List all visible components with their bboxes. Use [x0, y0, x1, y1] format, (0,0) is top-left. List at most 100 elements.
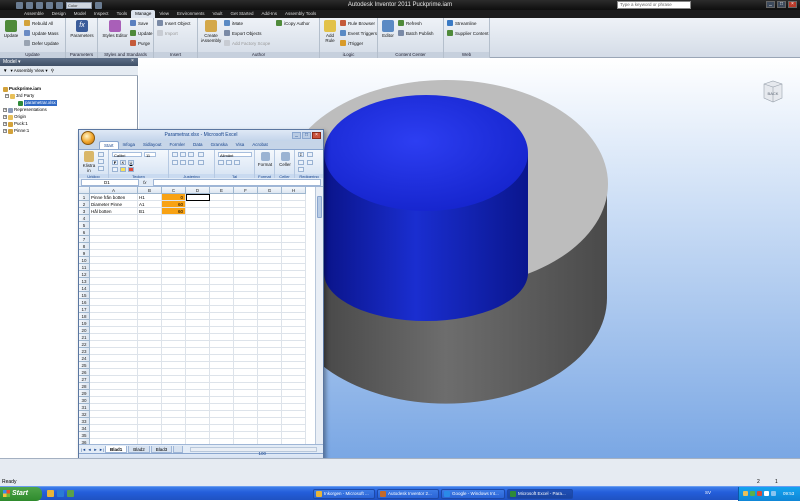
- cell-h24[interactable]: [282, 355, 306, 362]
- row-header[interactable]: 31: [79, 404, 90, 411]
- row-header[interactable]: 30: [79, 397, 90, 404]
- add-factory-scope-button[interactable]: Add Factory Scope: [224, 40, 270, 46]
- cell-g15[interactable]: [258, 292, 282, 299]
- cell-b26[interactable]: [138, 369, 162, 376]
- cell-g33[interactable]: [258, 418, 282, 425]
- cell-f21[interactable]: [234, 334, 258, 341]
- cell-b9[interactable]: [138, 250, 162, 257]
- column-header-g[interactable]: G: [258, 187, 282, 194]
- cell-h30[interactable]: [282, 397, 306, 404]
- row-header[interactable]: 19: [79, 320, 90, 327]
- cell-a18[interactable]: [90, 313, 138, 320]
- tab-inspect[interactable]: Inspect: [90, 10, 113, 18]
- cell-h3[interactable]: [282, 208, 306, 215]
- cell-g18[interactable]: [258, 313, 282, 320]
- event-triggers-button[interactable]: Event Triggers: [340, 30, 377, 36]
- currency-icon[interactable]: [218, 160, 224, 165]
- expand-icon[interactable]: +: [3, 108, 7, 112]
- cell-a14[interactable]: [90, 285, 138, 292]
- cell-d26[interactable]: [186, 369, 210, 376]
- cell-e33[interactable]: [210, 418, 234, 425]
- cell-f12[interactable]: [234, 271, 258, 278]
- cell-d16[interactable]: [186, 299, 210, 306]
- cell-c24[interactable]: [162, 355, 186, 362]
- cell-a28[interactable]: [90, 383, 138, 390]
- cell-f2[interactable]: [234, 201, 258, 208]
- cell-b13[interactable]: [138, 278, 162, 285]
- tree-item-origin[interactable]: + Origin: [3, 114, 26, 120]
- row-header[interactable]: 20: [79, 327, 90, 334]
- cell-c15[interactable]: [162, 292, 186, 299]
- cell-f5[interactable]: [234, 222, 258, 229]
- cell-a4[interactable]: [90, 215, 138, 222]
- cell-b11[interactable]: [138, 264, 162, 271]
- column-header-b[interactable]: B: [138, 187, 162, 194]
- tree-item-3rd-party[interactable]: − 3rd Party: [5, 93, 34, 99]
- row-header[interactable]: 21: [79, 334, 90, 341]
- cell-d7[interactable]: [186, 236, 210, 243]
- cell-d9[interactable]: [186, 250, 210, 257]
- cell-h26[interactable]: [282, 369, 306, 376]
- cell-d18[interactable]: [186, 313, 210, 320]
- tab-granska[interactable]: Granska: [207, 141, 232, 149]
- quicklaunch-ie-icon[interactable]: [57, 490, 64, 497]
- cell-d19[interactable]: [186, 320, 210, 327]
- cell-c19[interactable]: [162, 320, 186, 327]
- cell-b22[interactable]: [138, 341, 162, 348]
- cell-g9[interactable]: [258, 250, 282, 257]
- align-left-icon[interactable]: [172, 160, 178, 165]
- cell-b32[interactable]: [138, 411, 162, 418]
- cell-g25[interactable]: [258, 362, 282, 369]
- cell-a12[interactable]: [90, 271, 138, 278]
- cell-a24[interactable]: [90, 355, 138, 362]
- cell-h1[interactable]: [282, 194, 306, 201]
- quicklaunch-desktop-icon[interactable]: [67, 490, 74, 497]
- cell-h6[interactable]: [282, 229, 306, 236]
- cell-f15[interactable]: [234, 292, 258, 299]
- cell-b23[interactable]: [138, 348, 162, 355]
- tab-vault[interactable]: Vault: [209, 10, 227, 18]
- row-header[interactable]: 2: [79, 201, 90, 208]
- cell-g22[interactable]: [258, 341, 282, 348]
- bold-button[interactable]: F: [112, 160, 118, 165]
- cell-h29[interactable]: [282, 390, 306, 397]
- cell-d20[interactable]: [186, 327, 210, 334]
- cell-a16[interactable]: [90, 299, 138, 306]
- cell-g14[interactable]: [258, 285, 282, 292]
- align-bottom-icon[interactable]: [188, 152, 194, 157]
- row-header[interactable]: 11: [79, 264, 90, 271]
- cell-h16[interactable]: [282, 299, 306, 306]
- cell-c34[interactable]: [162, 425, 186, 432]
- align-middle-icon[interactable]: [180, 152, 186, 157]
- cell-c29[interactable]: [162, 390, 186, 397]
- cell-c2[interactable]: 60: [162, 201, 186, 208]
- excel-minimize-button[interactable]: _: [292, 132, 301, 139]
- import-button[interactable]: Import: [157, 30, 178, 36]
- cell-d31[interactable]: [186, 404, 210, 411]
- close-icon[interactable]: ×: [131, 59, 136, 64]
- cell-g8[interactable]: [258, 243, 282, 250]
- cell-g3[interactable]: [258, 208, 282, 215]
- cell-f19[interactable]: [234, 320, 258, 327]
- cell-f14[interactable]: [234, 285, 258, 292]
- tray-icon[interactable]: [771, 491, 776, 496]
- cell-c7[interactable]: [162, 236, 186, 243]
- italic-button[interactable]: K: [120, 160, 126, 165]
- row-header[interactable]: 9: [79, 250, 90, 257]
- cell-e7[interactable]: [210, 236, 234, 243]
- select-all-corner[interactable]: [79, 187, 90, 194]
- cell-e21[interactable]: [210, 334, 234, 341]
- cell-f11[interactable]: [234, 264, 258, 271]
- cell-g13[interactable]: [258, 278, 282, 285]
- cell-c31[interactable]: [162, 404, 186, 411]
- cell-b15[interactable]: [138, 292, 162, 299]
- quicklaunch-outlook-icon[interactable]: [47, 490, 54, 497]
- cell-f27[interactable]: [234, 376, 258, 383]
- cell-c10[interactable]: [162, 257, 186, 264]
- cell-f20[interactable]: [234, 327, 258, 334]
- cell-e34[interactable]: [210, 425, 234, 432]
- cell-g11[interactable]: [258, 264, 282, 271]
- align-right-icon[interactable]: [188, 160, 194, 165]
- export-objects-button[interactable]: Export Objects: [224, 30, 262, 36]
- cell-g16[interactable]: [258, 299, 282, 306]
